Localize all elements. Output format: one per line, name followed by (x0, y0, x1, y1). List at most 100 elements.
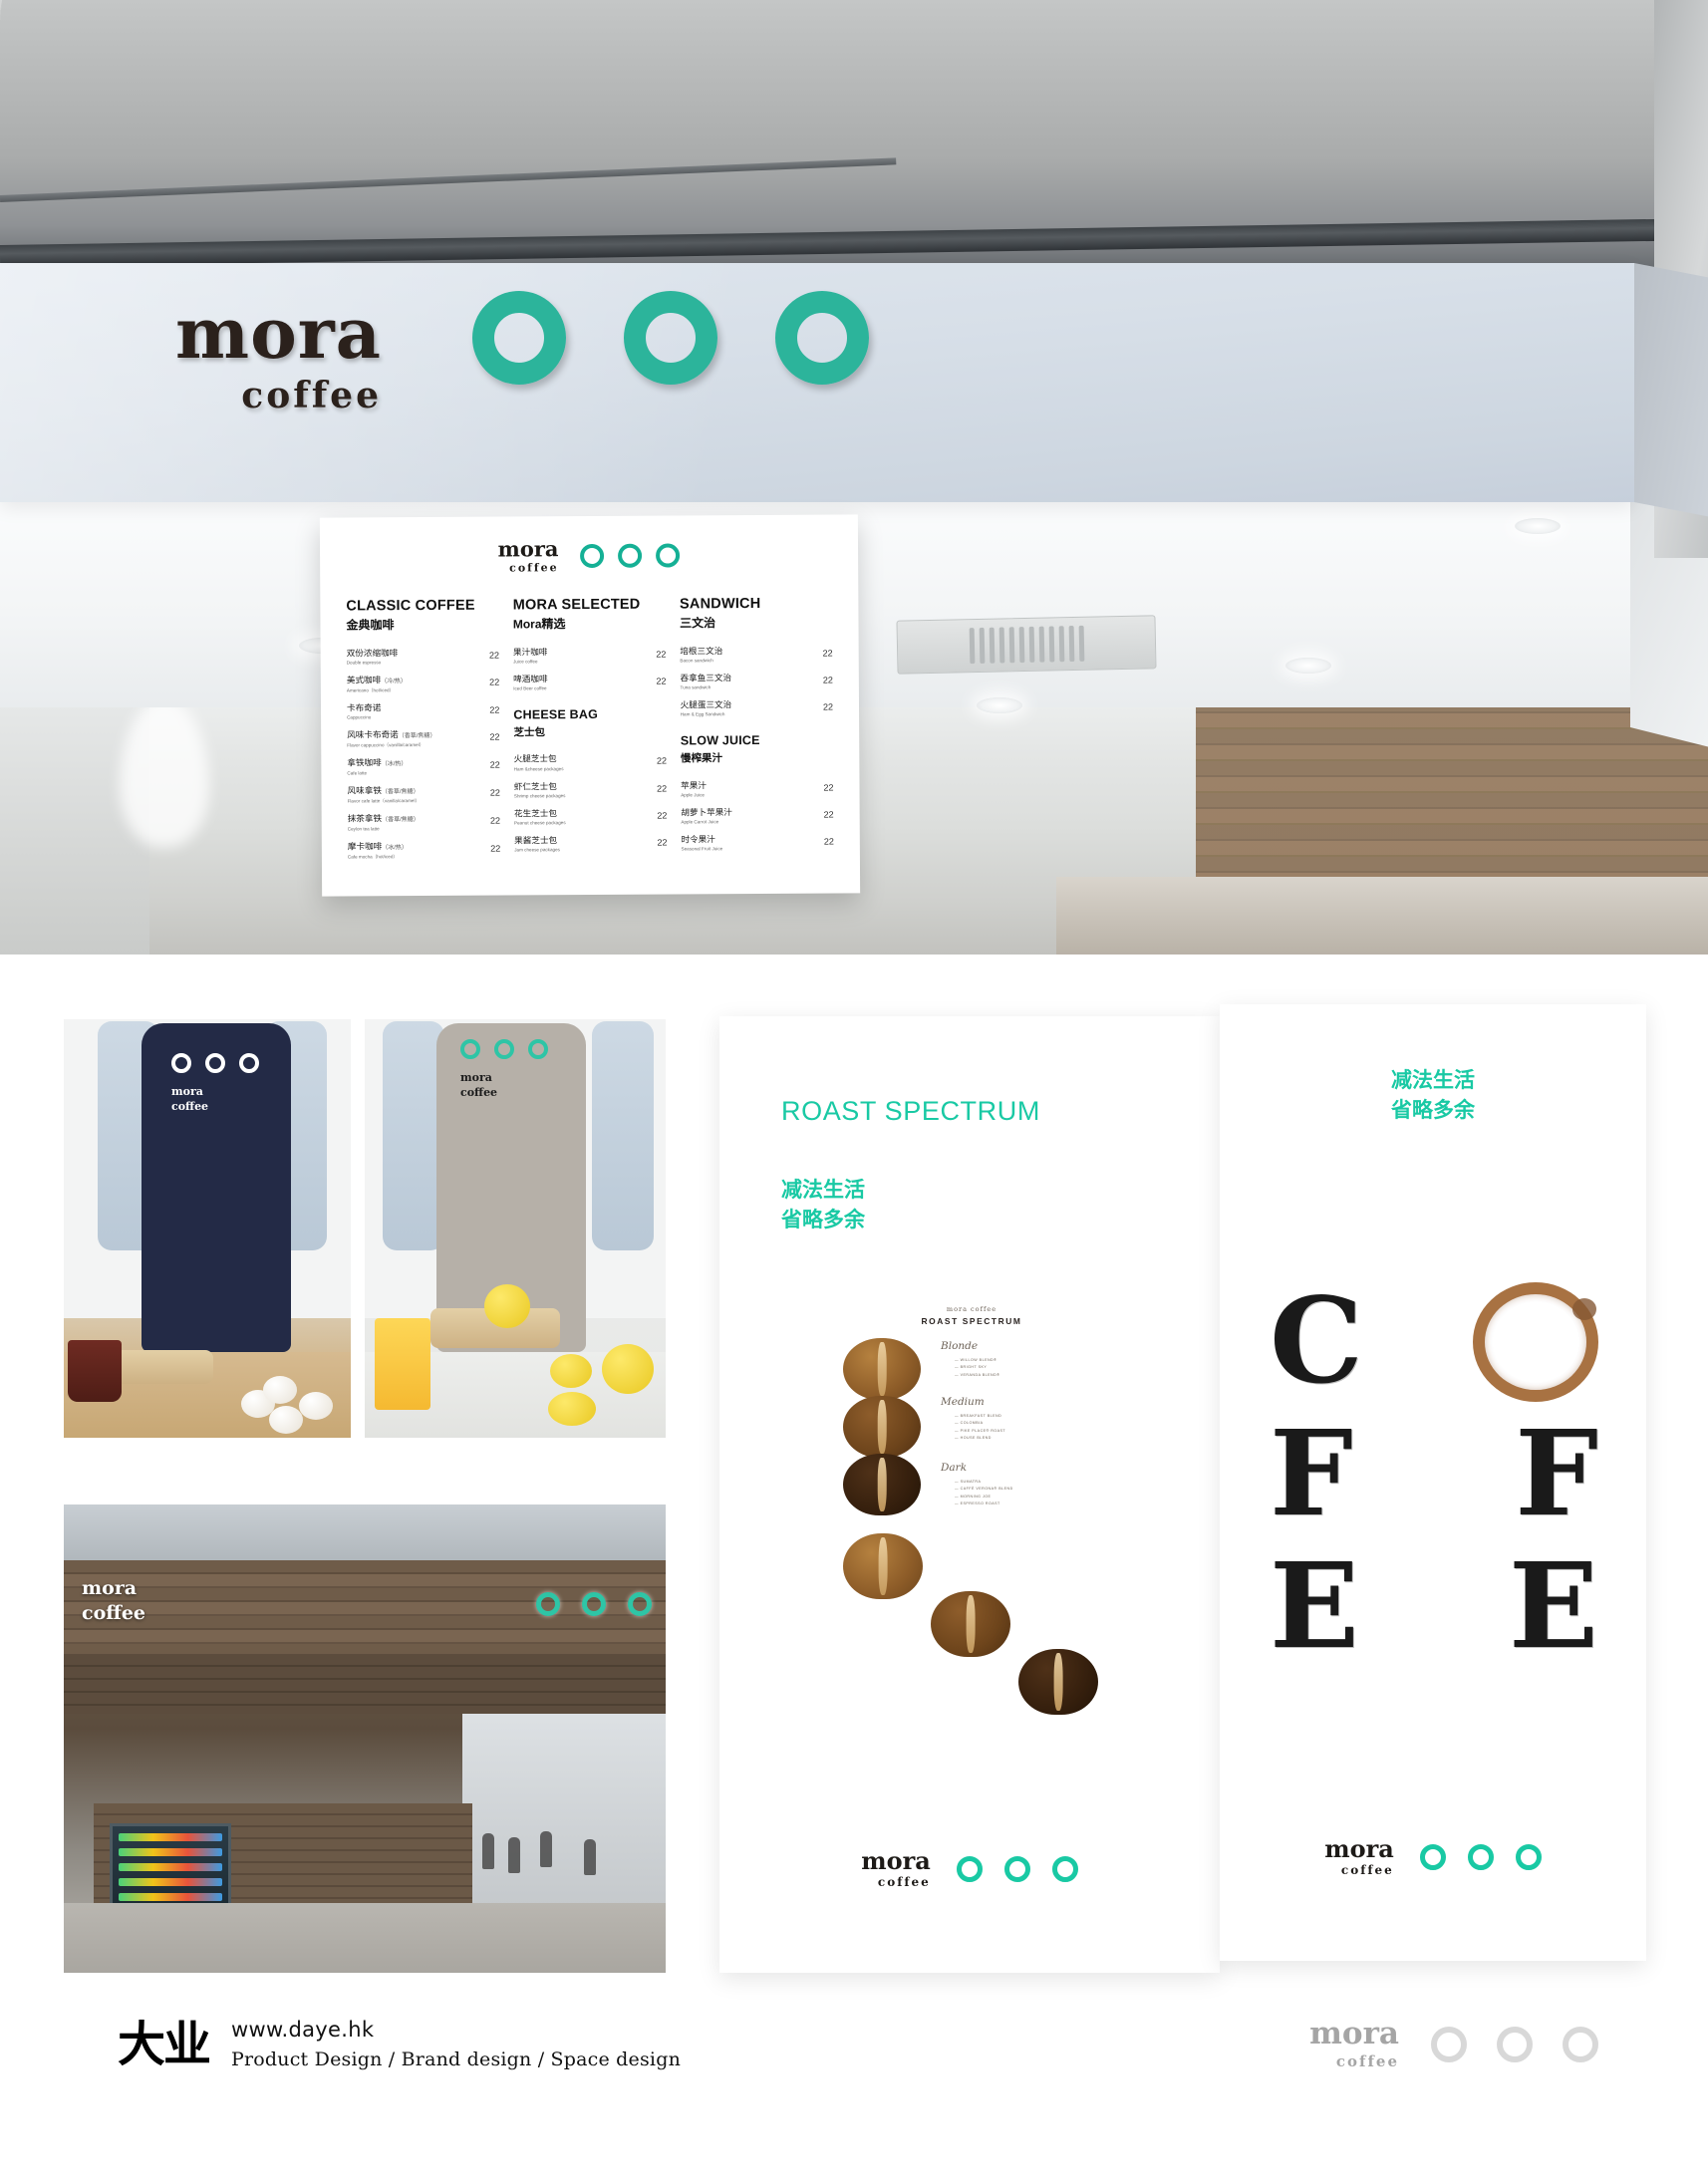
apron-grey-logo-text: mora coffee (460, 1071, 497, 1101)
menu-item-cn: 花生芝士包 (513, 808, 558, 819)
ring-icon (528, 1039, 548, 1059)
ring-icon (1003, 1856, 1030, 1882)
poster-a-title: ROAST SPECTRUM (781, 1096, 1040, 1126)
menu-item-en: Cappuccino (347, 714, 372, 720)
menu-item-price: 22 (823, 809, 834, 820)
coffee-letter: F (1270, 1404, 1353, 1543)
ring-icon (1467, 1844, 1494, 1870)
spectrum-title: ROAST SPECTRUM (921, 1316, 1022, 1326)
menu-item-price: 22 (489, 704, 500, 715)
ring-icon (239, 1053, 259, 1073)
apron-grey-word: mora (460, 1071, 492, 1084)
coffee-letter-row: EE (1270, 1540, 1598, 1673)
menu-items: 培根三文治 Bacon sandwich 22 吞拿鱼三文治 Tuna sandwich… (680, 645, 833, 718)
spectrum-body: Blonde WILLOW BLEND®BRIGHT SKYVERANDA BL… (837, 1338, 1106, 1715)
menu-subsection: CHEESE BAG 芝士包 火腿芝士包 Ham &cheese packages 22… (513, 707, 667, 854)
menu-item-en: Bacon sandwich (680, 658, 713, 664)
ring-icon (1051, 1856, 1078, 1882)
lemon-wedge (548, 1392, 596, 1426)
menu-brand-wordmark: mora (497, 536, 559, 562)
poster-a-slogan-line1: 减法生活 (781, 1179, 865, 1202)
person-silhouette (508, 1837, 520, 1873)
menu-item-cn: 双份浓缩咖啡 (346, 647, 399, 659)
menu-item-cn: 风味卡布奇诺（香草/焦糖） (347, 729, 436, 740)
kiosk-sign-word: mora (82, 1577, 138, 1599)
menu-head-en: MORA SELECTED (512, 596, 641, 614)
menu-row: 苹果汁 Apple Juice 22 (681, 779, 833, 798)
apron-navy-word: mora (171, 1085, 203, 1098)
airport-hall (462, 1694, 666, 1913)
menu-row: 果酱芝士包 Jam cheese packages 22 (514, 835, 667, 854)
coffee-letter: E (1270, 1536, 1359, 1676)
menu-item-en: Americano（hot/iced） (346, 687, 395, 693)
menu-item-en: Ceylon tea latte (347, 826, 380, 832)
menu-item-en: Apple Carrot Juice (681, 819, 719, 825)
menu-row: 摩卡咖啡（冰/热） Cafe mocha（hot/iced） 22 (348, 841, 500, 861)
coffee-letter: C (1270, 1271, 1363, 1411)
menu-column: CLASSIC COFFEE 金典咖啡 双份浓缩咖啡 Double espresso 2… (346, 597, 500, 870)
footer-brand-logo: mora coffee (1309, 2019, 1598, 2070)
menu-item-cn: 卡布奇诺 (346, 702, 382, 713)
poster-b-slogan-line2: 省略多余 (1391, 1099, 1475, 1123)
menu-item-en: Juice coffee (513, 659, 538, 665)
poster-a-logo-word: mora (861, 1846, 931, 1875)
brand-subword: coffee (241, 375, 382, 416)
photo-apron-navy: mora coffee (64, 1019, 351, 1438)
poster-a-slogan: 减法生活 省略多余 (781, 1176, 865, 1236)
menu-item-en: Iced Beer coffee (513, 685, 547, 691)
terminal-floor (64, 1903, 666, 1973)
ring-icon (1563, 2027, 1598, 2062)
agency-credit: 大业 www.daye.hk Product Design / Brand de… (118, 2018, 681, 2070)
poster-b-slogan-line1: 减法生活 (1391, 1069, 1475, 1092)
ceiling-ac-vent (896, 615, 1157, 675)
menu-item-price: 22 (657, 837, 668, 848)
spectrum-list-item: WILLOW BLEND® (955, 1357, 999, 1364)
ring-icon (956, 1856, 983, 1882)
menu-head-en: CLASSIC COFFEE (346, 597, 475, 615)
daye-logo: 大业 (118, 2016, 211, 2072)
ring-icon (1515, 1844, 1542, 1870)
menu-head-en: CHEESE BAG (513, 707, 599, 722)
menu-item-en: Cafe mocha（hot/iced） (347, 854, 398, 860)
menu-item-cn: 虾仁芝士包 (513, 780, 557, 792)
spectrum-list-dark: SUMATRACAFFÈ VERONA® BLENDMORNING JOEESP… (955, 1479, 1013, 1507)
menu-items: 双份浓缩咖啡 Double espresso 22 美式咖啡（冷/热） American… (347, 647, 501, 860)
menu-row: 拿铁咖啡（冰/热） Cafe latte 22 (347, 757, 499, 777)
menu-item-cn: 果汁咖啡 (512, 646, 548, 658)
agency-services: Product Design / Brand design / Space de… (231, 2048, 682, 2070)
spectrum-list-item: HOUSE BLEND (955, 1435, 1005, 1442)
menu-columns: CLASSIC COFFEE 金典咖啡 双份浓缩咖啡 Double espresso 2… (320, 572, 860, 869)
agency-url[interactable]: www.daye.hk (231, 2018, 681, 2042)
spectrum-list-item: SUMATRA (955, 1479, 1013, 1486)
apron-navy-logo-text: mora coffee (171, 1085, 208, 1115)
menu-item-cn: 时令果汁 (681, 834, 715, 845)
menu-item-en: Flavor cafe latte（vanilla/caramel） (347, 798, 421, 804)
coffee-cup (68, 1340, 122, 1402)
spectrum-list-item: PIKE PLACE® ROAST (955, 1428, 1005, 1435)
menu-row: 抹茶拿铁（香草/焦糖） Ceylon tea latte 22 (348, 813, 500, 833)
menu-column: MORA SELECTED Mora精选 果汁咖啡 Juice coffee 22 啤酒咖… (513, 596, 668, 869)
coffee-letter-row: FF (1270, 1408, 1598, 1540)
spectrum-label-dark: Dark (941, 1462, 968, 1474)
menu-item-cn: 果酱芝士包 (514, 835, 558, 846)
juice-glass (375, 1318, 430, 1410)
coffee-bean-medium (931, 1591, 1010, 1657)
menu-item-cn: 抹茶拿铁（香草/焦糖） (347, 813, 420, 824)
menu-item-price: 22 (823, 782, 834, 793)
menu-row: 卡布奇诺 Cappuccino 22 (347, 701, 499, 720)
ring-icon (205, 1053, 225, 1073)
overhead-sign-edge (1634, 263, 1708, 520)
menu-head-cn: 慢榨果汁 (680, 752, 723, 765)
brand-rings-sign (472, 291, 869, 385)
ring-icon (624, 291, 717, 385)
person-silhouette (540, 1831, 552, 1867)
lemon-whole (484, 1284, 530, 1328)
photo-apron-grey: mora coffee (365, 1019, 666, 1438)
menu-item-price: 22 (489, 815, 501, 826)
coffee-lettering: CFFEE (1270, 1275, 1598, 1674)
spectrum-list-item: MORNING JOE (955, 1494, 1013, 1501)
menu-row: 虾仁芝士包 Shrimp cheese packages 22 (514, 780, 667, 799)
menu-item-price: 22 (822, 648, 833, 659)
menu-item-price: 22 (822, 701, 834, 712)
ring-icon (618, 543, 643, 568)
